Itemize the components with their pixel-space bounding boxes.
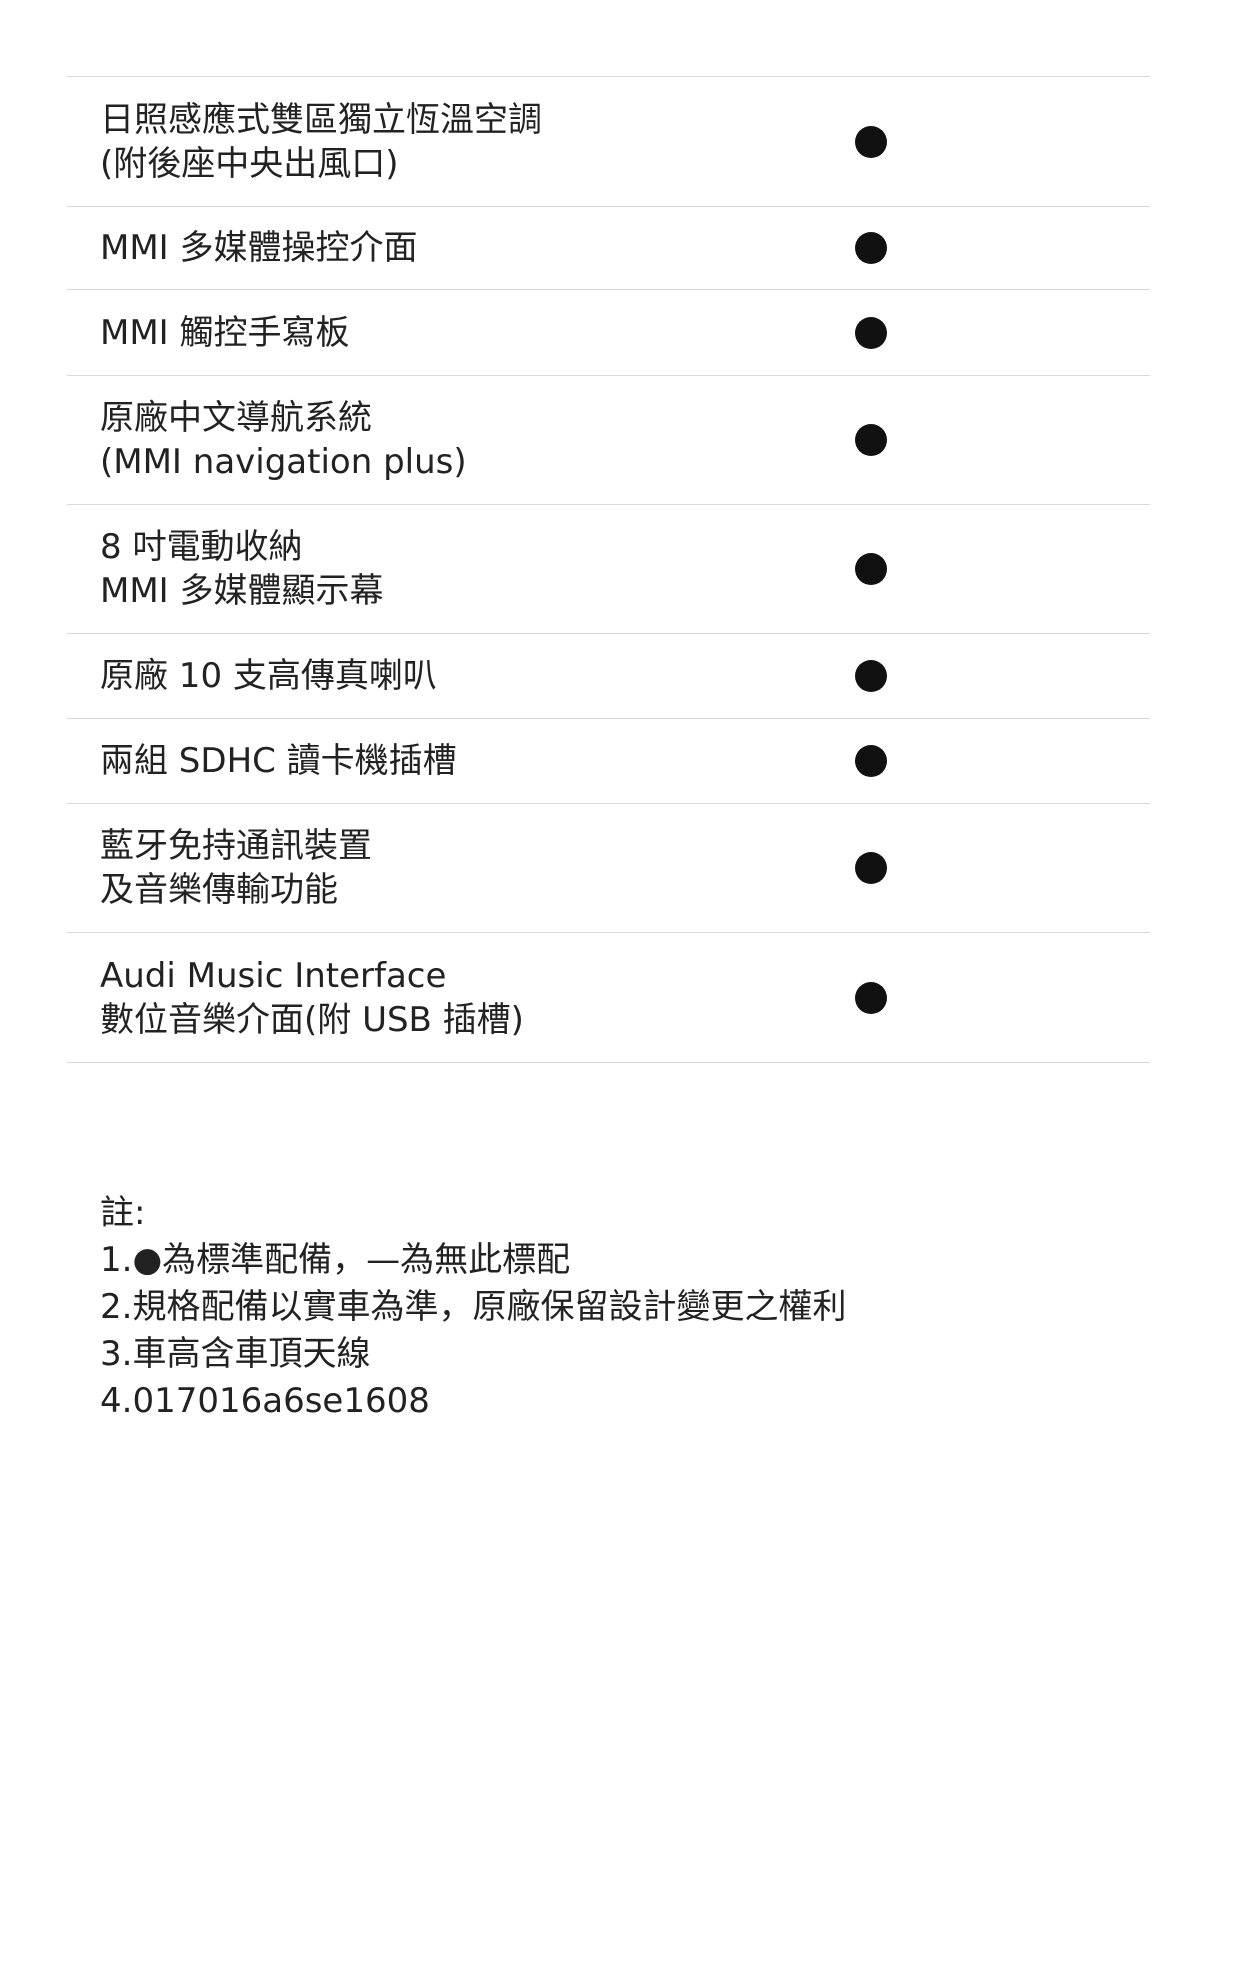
table-row: 兩組 SDHC 讀卡機插槽 bbox=[67, 719, 1150, 804]
table-row: 8 吋電動收納 MMI 多媒體顯示幕 bbox=[67, 505, 1150, 634]
table-row: 日照感應式雙區獨立恆溫空調 (附後座中央出風口) bbox=[67, 77, 1150, 207]
note-line: 4.017016a6se1608 bbox=[100, 1381, 430, 1421]
feature-label: Audi Music Interface 數位音樂介面(附 USB 插槽) bbox=[100, 955, 524, 1040]
feature-label: MMI 觸控手寫板 bbox=[100, 312, 350, 353]
standard-mark-icon bbox=[855, 232, 887, 264]
feature-label: 原廠 10 支高傳真喇叭 bbox=[100, 656, 437, 696]
feature-label: 日照感應式雙區獨立恆溫空調 (附後座中央出風口) bbox=[100, 99, 542, 184]
table-row: 原廠 10 支高傳真喇叭 bbox=[67, 634, 1150, 719]
spec-table: 日照感應式雙區獨立恆溫空調 (附後座中央出風口) MMI 多媒體操控介面 MMI… bbox=[67, 76, 1150, 1063]
note-line: 1.●為標準配備，—為無此標配 bbox=[100, 1240, 571, 1280]
table-row: MMI 多媒體操控介面 bbox=[67, 207, 1150, 290]
standard-mark-icon bbox=[855, 852, 887, 884]
standard-mark-icon bbox=[855, 553, 887, 585]
note-line: 2.規格配備以實車為準，原廠保留設計變更之權利 bbox=[100, 1287, 847, 1327]
standard-mark-icon bbox=[855, 125, 887, 158]
standard-mark-icon bbox=[855, 745, 887, 777]
table-row: MMI 觸控手寫板 bbox=[67, 290, 1150, 376]
feature-label: 藍牙免持通訊裝置 及音樂傳輸功能 bbox=[100, 826, 372, 910]
standard-mark-icon bbox=[855, 316, 887, 349]
standard-mark-icon bbox=[855, 660, 887, 692]
standard-mark-icon bbox=[855, 981, 887, 1014]
notes-title: 註: bbox=[100, 1193, 146, 1233]
feature-label: MMI 多媒體操控介面 bbox=[100, 228, 418, 268]
feature-label: 兩組 SDHC 讀卡機插槽 bbox=[100, 741, 457, 781]
note-line: 3.車高含車頂天線 bbox=[100, 1334, 371, 1374]
table-row: 原廠中文導航系統 (MMI navigation plus) bbox=[67, 376, 1150, 505]
standard-mark-icon bbox=[855, 424, 887, 456]
table-row: 藍牙免持通訊裝置 及音樂傳輸功能 bbox=[67, 804, 1150, 933]
feature-label: 原廠中文導航系統 (MMI navigation plus) bbox=[100, 398, 467, 482]
table-row: Audi Music Interface 數位音樂介面(附 USB 插槽) bbox=[67, 933, 1150, 1063]
feature-label: 8 吋電動收納 MMI 多媒體顯示幕 bbox=[100, 527, 384, 611]
notes-section: 註: 1.●為標準配備，—為無此標配 2.規格配備以實車為準，原廠保留設計變更之… bbox=[100, 1190, 846, 1425]
